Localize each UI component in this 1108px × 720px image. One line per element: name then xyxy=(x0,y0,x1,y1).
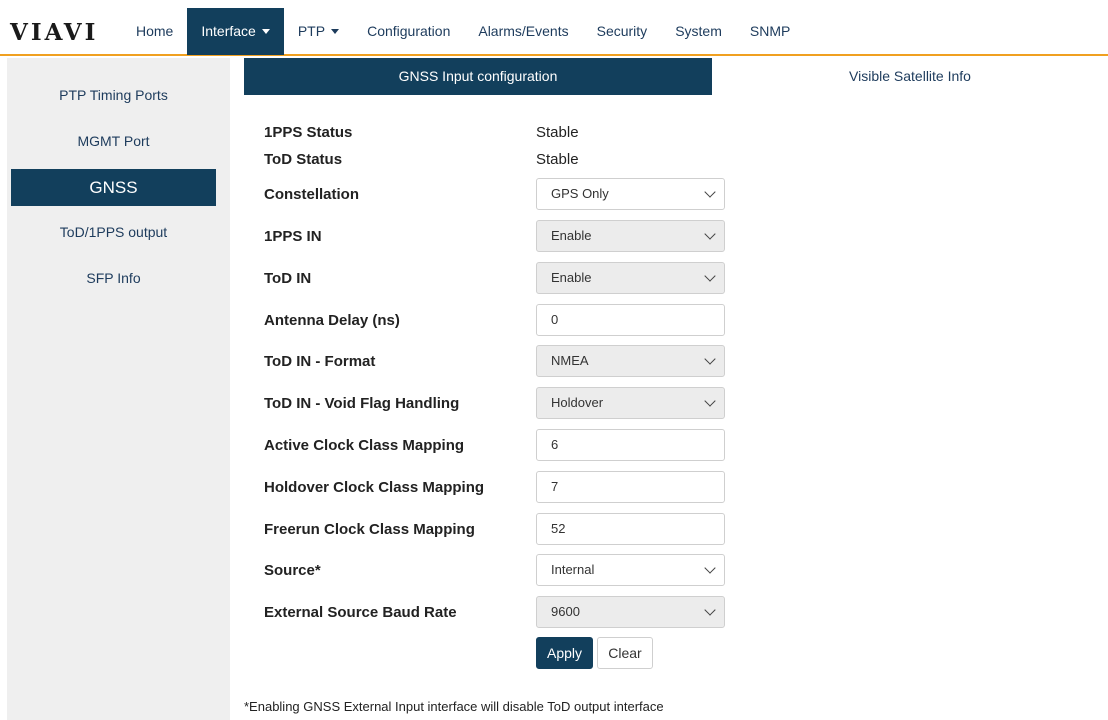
nav-alarms-events-label: Alarms/Events xyxy=(478,23,569,39)
source-label: Source* xyxy=(264,562,321,579)
tod-status-label: ToD Status xyxy=(264,151,343,168)
holdover-class-input[interactable]: 7 xyxy=(536,471,725,503)
freerun-class-input[interactable]: 52 xyxy=(536,513,725,545)
nav-ptp[interactable]: PTP xyxy=(284,8,353,55)
void-flag-value: Holdover xyxy=(551,395,604,410)
nav-interface[interactable]: Interface xyxy=(187,8,284,55)
tod-in-value: Enable xyxy=(551,270,592,285)
caret-down-icon xyxy=(261,29,270,34)
tod-status-value: Stable xyxy=(536,151,579,168)
viavi-logo[interactable]: VIAVI xyxy=(10,19,98,46)
tod-in-label: ToD IN xyxy=(264,270,312,287)
chevron-down-icon xyxy=(704,186,716,198)
nav-system-label: System xyxy=(675,23,722,39)
pps-status-value: Stable xyxy=(536,124,579,141)
chevron-down-icon xyxy=(704,562,716,574)
void-flag-label: ToD IN - Void Flag Handling xyxy=(264,395,460,412)
top-navbar: VIAVI Home Interface PTP Configuration A… xyxy=(0,8,1108,56)
tod-format-value: NMEA xyxy=(551,353,589,368)
antenna-delay-value: 0 xyxy=(551,312,559,327)
nav-snmp-label: SNMP xyxy=(749,23,791,39)
nav-security[interactable]: Security xyxy=(583,8,662,55)
pps-in-value: Enable xyxy=(551,228,592,243)
nav-snmp[interactable]: SNMP xyxy=(736,8,804,55)
freerun-class-value: 52 xyxy=(551,521,566,536)
sidebar-item-gnss[interactable]: GNSS xyxy=(11,169,216,206)
apply-button[interactable]: Apply xyxy=(536,637,593,669)
sidebar: PTP Timing Ports MGMT Port GNSS ToD/1PPS… xyxy=(7,58,230,720)
nav-configuration-label: Configuration xyxy=(367,23,451,39)
nav-security-label: Security xyxy=(596,23,648,39)
freerun-class-label: Freerun Clock Class Mapping xyxy=(264,521,475,538)
caret-down-icon xyxy=(331,29,340,34)
sidebar-item-mgmt-port[interactable]: MGMT Port xyxy=(11,133,216,149)
active-class-input[interactable]: 6 xyxy=(536,429,725,461)
nav-home[interactable]: Home xyxy=(122,8,187,55)
nav-alarms-events[interactable]: Alarms/Events xyxy=(464,8,582,55)
pps-in-select[interactable]: Enable xyxy=(536,220,725,252)
constellation-select[interactable]: GPS Only xyxy=(536,178,725,210)
active-class-label: Active Clock Class Mapping xyxy=(264,437,465,454)
sidebar-item-tod-1pps-output[interactable]: ToD/1PPS output xyxy=(11,224,216,240)
baud-rate-label: External Source Baud Rate xyxy=(264,604,457,621)
holdover-class-value: 7 xyxy=(551,479,559,494)
source-select[interactable]: Internal xyxy=(536,554,725,586)
constellation-value: GPS Only xyxy=(551,186,609,201)
chevron-down-icon xyxy=(704,353,716,365)
nav-home-label: Home xyxy=(136,23,174,39)
tod-format-select[interactable]: NMEA xyxy=(536,345,725,377)
holdover-class-label: Holdover Clock Class Mapping xyxy=(264,479,485,496)
tod-in-select[interactable]: Enable xyxy=(536,262,725,294)
antenna-delay-input[interactable]: 0 xyxy=(536,304,725,336)
chevron-down-icon xyxy=(704,604,716,616)
main-nav: Home Interface PTP Configuration Alarms/… xyxy=(122,8,804,55)
baud-rate-select[interactable]: 9600 xyxy=(536,596,725,628)
nav-ptp-label: PTP xyxy=(297,23,326,39)
source-value: Internal xyxy=(551,562,595,577)
nav-system[interactable]: System xyxy=(661,8,736,55)
active-class-value: 6 xyxy=(551,437,559,452)
constellation-label: Constellation xyxy=(264,186,360,203)
pps-status-label: 1PPS Status xyxy=(264,124,353,141)
tod-format-label: ToD IN - Format xyxy=(264,353,376,370)
void-flag-select[interactable]: Holdover xyxy=(536,387,725,419)
chevron-down-icon xyxy=(704,228,716,240)
pps-in-label: 1PPS IN xyxy=(264,228,322,245)
sidebar-item-sfp-info[interactable]: SFP Info xyxy=(11,270,216,286)
tab-gnss-input-configuration[interactable]: GNSS Input configuration xyxy=(244,58,712,95)
sidebar-item-ptp-timing-ports[interactable]: PTP Timing Ports xyxy=(11,87,216,103)
baud-rate-value: 9600 xyxy=(551,604,580,619)
tab-visible-satellite-info[interactable]: Visible Satellite Info xyxy=(712,58,1108,95)
footnote: *Enabling GNSS External Input interface … xyxy=(244,699,664,714)
chevron-down-icon xyxy=(704,270,716,282)
clear-button[interactable]: Clear xyxy=(597,637,653,669)
nav-configuration[interactable]: Configuration xyxy=(353,8,464,55)
chevron-down-icon xyxy=(704,395,716,407)
antenna-delay-label: Antenna Delay (ns) xyxy=(264,312,400,329)
nav-interface-label: Interface xyxy=(201,23,256,39)
